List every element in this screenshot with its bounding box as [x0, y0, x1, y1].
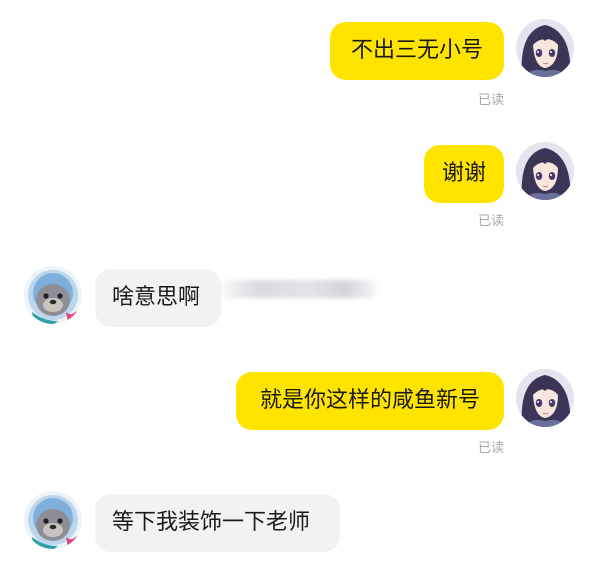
anime-girl-avatar-icon	[516, 142, 574, 200]
message-text-5: 等下我装饰一下老师	[112, 510, 311, 535]
seal-avatar-icon	[24, 491, 82, 549]
message-row-1: 不出三无小号 已读	[0, 19, 600, 111]
message-row-5: 等下我装饰一下老师	[0, 491, 600, 555]
message-bubble-2[interactable]: 谢谢	[424, 145, 504, 203]
message-bubble-5[interactable]: 等下我装饰一下老师	[95, 494, 340, 552]
message-row-2: 谢谢 已读	[0, 142, 600, 234]
message-text-4: 就是你这样的咸鱼新号	[259, 388, 480, 413]
contact-avatar[interactable]	[24, 491, 82, 549]
message-text-3: 啥意思啊	[112, 285, 201, 310]
anime-girl-avatar-icon	[516, 19, 574, 77]
contact-avatar[interactable]	[24, 266, 82, 324]
message-row-3: 啥意思啊	[0, 266, 600, 330]
message-text-2: 谢谢	[441, 161, 486, 186]
message-bubble-3[interactable]: 啥意思啊	[95, 269, 221, 327]
my-avatar[interactable]	[516, 369, 574, 427]
read-status-4: 已读	[477, 441, 504, 456]
message-text-1: 不出三无小号	[350, 38, 483, 63]
read-status-2: 已读	[477, 214, 504, 229]
anime-girl-avatar-icon	[516, 369, 574, 427]
seal-avatar-icon	[24, 266, 82, 324]
my-avatar[interactable]	[516, 19, 574, 77]
message-row-4: 就是你这样的咸鱼新号 已读	[0, 369, 600, 461]
blurred-redaction	[222, 280, 376, 298]
my-avatar[interactable]	[516, 142, 574, 200]
read-status-1: 已读	[477, 93, 504, 108]
message-bubble-4[interactable]: 就是你这样的咸鱼新号	[236, 372, 504, 430]
message-bubble-1[interactable]: 不出三无小号	[330, 22, 504, 80]
